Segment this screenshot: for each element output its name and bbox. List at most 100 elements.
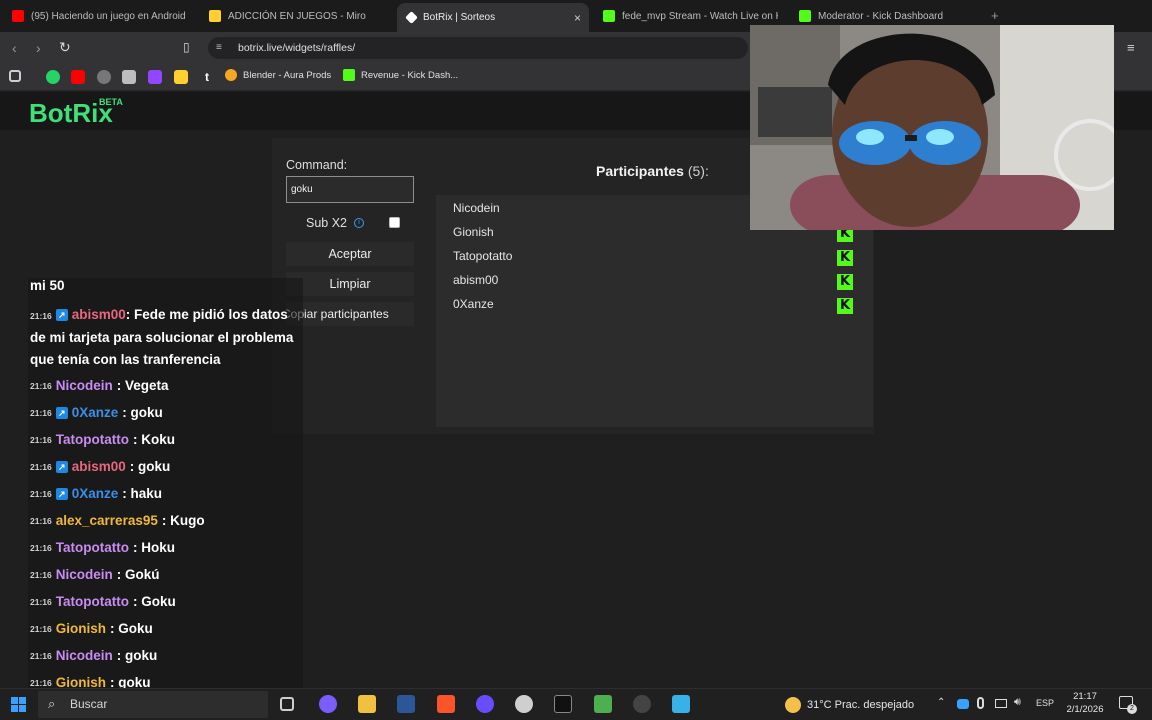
minecraft-icon[interactable]	[594, 695, 612, 713]
reload-icon[interactable]: ↻	[59, 39, 71, 56]
bookmark-icon[interactable]: ▯	[183, 40, 190, 54]
chatgpt-icon[interactable]	[97, 70, 111, 84]
chat-time: 21:16	[30, 650, 52, 661]
chat-time: 21:16	[30, 434, 52, 445]
close-tab-icon[interactable]: ×	[574, 11, 581, 25]
chat-message: 21:16 Nicodein: Vegeta	[30, 378, 169, 393]
miro-icon[interactable]	[174, 70, 188, 84]
accept-button[interactable]: Aceptar	[286, 242, 414, 266]
bookmark-label: Revenue - Kick Dash...	[361, 69, 459, 81]
terminal-icon[interactable]	[554, 695, 572, 713]
microphone-icon[interactable]	[977, 697, 984, 709]
new-tab-button[interactable]: +	[991, 8, 999, 23]
tab-label: fede_mvp Stream - Watch Live on Ki	[622, 10, 778, 22]
clock-app-icon[interactable]	[633, 695, 651, 713]
chat-message: 21:16 Gionish: Goku	[30, 621, 153, 636]
copilot-icon[interactable]	[319, 695, 337, 713]
system-clock[interactable]: 21:17 2/1/2026	[1060, 690, 1110, 716]
command-input[interactable]	[286, 176, 414, 203]
sub-x2-option: Sub X2 i	[306, 216, 365, 230]
weather-widget[interactable]: 31°C Prac. despejado	[785, 697, 914, 713]
bookmark-blender[interactable]: Blender - Aura Prods	[225, 69, 331, 81]
brave-icon[interactable]	[437, 695, 455, 713]
word-icon[interactable]	[397, 695, 415, 713]
bookmark-revenue[interactable]: Revenue - Kick Dash...	[343, 69, 458, 81]
chevron-up-icon[interactable]: ⌃	[937, 697, 945, 708]
settings-icon[interactable]	[515, 695, 533, 713]
chat-user: Tatopotatto	[55, 594, 129, 609]
participant-name: abism00	[453, 273, 499, 287]
apps-icon[interactable]	[9, 70, 21, 82]
notion-icon[interactable]	[122, 70, 136, 84]
site-settings-icon[interactable]: ≡	[216, 42, 222, 53]
chat-message: 21:16 ↗ abism00: Fede me pidió los datos d…	[30, 304, 302, 371]
chat-time: 21:16	[30, 311, 52, 321]
whatsapp-icon[interactable]	[46, 70, 60, 84]
chat-user: Tatopotatto	[55, 432, 129, 447]
obs-icon[interactable]	[476, 695, 494, 713]
tumblr-icon[interactable]: t	[200, 70, 214, 84]
windows-start-icon[interactable]	[11, 697, 26, 712]
verified-badge-icon: ↗	[55, 406, 68, 419]
chat-message: 21:16 ↗ 0Xanze: haku	[30, 486, 162, 501]
blender-icon	[225, 69, 237, 81]
tab-youtube[interactable]: (95) Haciendo un juego en Android	[12, 4, 192, 28]
chat-text: : goku	[110, 675, 151, 688]
clear-button[interactable]: Limpiar	[286, 272, 414, 296]
forward-icon[interactable]: ›	[36, 40, 41, 56]
youtube-icon	[12, 10, 24, 22]
taskbar-search[interactable]: ⌕ Buscar	[38, 691, 268, 718]
sub-x2-checkbox[interactable]	[389, 217, 400, 228]
twitch-icon[interactable]	[148, 70, 162, 84]
chat-time: 21:16	[30, 677, 52, 688]
youtube-icon[interactable]	[71, 70, 85, 84]
participant-name: 0Xanze	[453, 297, 494, 311]
cloud-icon[interactable]	[957, 699, 969, 709]
chat-text: : haku	[122, 486, 163, 501]
remote-desktop-icon[interactable]	[672, 695, 690, 713]
language-indicator[interactable]: ESP	[1036, 698, 1054, 708]
command-label: Command:	[286, 158, 348, 172]
miro-icon	[209, 10, 221, 22]
tab-miro[interactable]: ADICCIÓN EN JUEGOS - Miro	[209, 4, 389, 28]
url-field[interactable]: botrix.live/widgets/raffles/	[208, 37, 748, 59]
chat-text: : goku	[122, 405, 163, 420]
chat-time: 21:16	[30, 380, 52, 391]
kick-icon	[799, 10, 811, 22]
verified-badge-icon: ↗	[55, 487, 68, 500]
chat-time: 21:16	[30, 542, 52, 553]
volume-icon[interactable]: 🔊︎	[1014, 696, 1021, 709]
chat-user: alex_carreras95	[55, 513, 158, 528]
tab-botrix[interactable]: BotRix | Sorteos ×	[397, 3, 589, 32]
chat-user: Tatopotatto	[55, 540, 129, 555]
weather-text: 31°C Prac. despejado	[807, 699, 915, 711]
task-view-icon[interactable]	[280, 697, 294, 711]
copy-participants-button[interactable]: Copiar participantes	[286, 302, 414, 326]
chat-time: 21:16	[30, 515, 52, 526]
chat-message: 21:16 ↗ 0Xanze: goku	[30, 405, 163, 420]
chat-text: : Fede me pidió los datos de mi tarjeta …	[30, 307, 294, 367]
chat-time: 21:16	[30, 596, 52, 607]
menu-icon[interactable]: ≡	[1127, 40, 1135, 55]
chat-text: : goku	[116, 648, 158, 663]
info-icon[interactable]: i	[354, 218, 365, 228]
chat-message: 21:16 Tatopotatto: Koku	[30, 432, 175, 447]
participants-count: (5):	[687, 163, 709, 179]
chat-text: : Kugo	[161, 513, 205, 528]
participant-name: Gionish	[453, 225, 494, 239]
chat-message: 21:16 Nicodein: goku	[30, 648, 157, 663]
search-placeholder: Buscar	[70, 697, 108, 711]
back-icon[interactable]: ‹	[12, 40, 17, 56]
chat-text: : Koku	[132, 432, 175, 447]
chat-text: mi 50	[30, 278, 65, 293]
chat-user: Nicodein	[55, 378, 113, 393]
chat-message: 21:16 Tatopotatto: Goku	[30, 594, 176, 609]
network-icon[interactable]	[995, 699, 1007, 708]
chat-text: : Vegeta	[116, 378, 169, 393]
webcam-overlay	[750, 25, 1114, 230]
chat-time: 21:16	[30, 488, 52, 499]
botrix-icon	[405, 11, 418, 24]
chat-user: Nicodein	[55, 648, 113, 663]
file-explorer-icon[interactable]	[358, 695, 376, 713]
chat-time: 21:16	[30, 623, 52, 634]
